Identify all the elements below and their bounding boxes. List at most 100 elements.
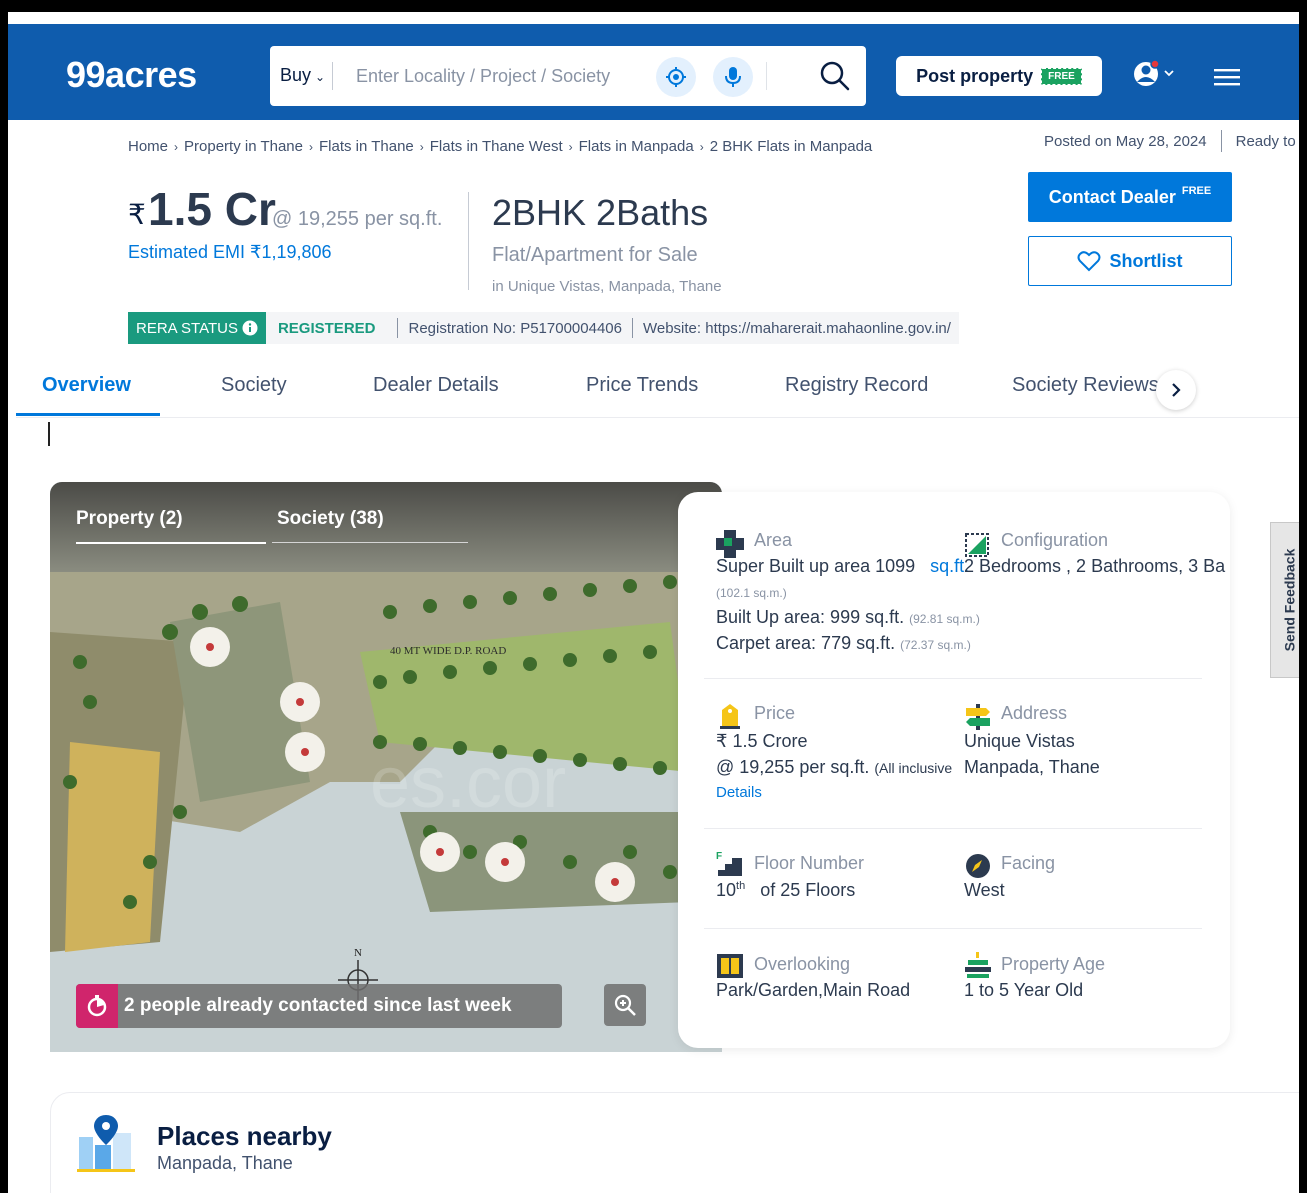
- gallery-active-tab-indicator: [76, 542, 266, 544]
- property-gallery[interactable]: 40 MT WIDE D.P. ROAD es.cor N Property (…: [50, 482, 722, 1052]
- active-tab-indicator: [16, 413, 160, 416]
- locate-me-button[interactable]: [656, 57, 696, 97]
- posted-info: Posted on May 28, 2024 Ready to: [1044, 130, 1296, 152]
- gallery-tab-property[interactable]: Property (2): [76, 508, 183, 530]
- floor-total: of 25 Floors: [760, 880, 856, 900]
- price-value: ₹ 1.5 Crore: [716, 731, 808, 751]
- listing-location: in Unique Vistas, Manpada, Thane: [492, 278, 722, 295]
- breadcrumb: Home › Property in Thane › Flats in Thane ›…: [128, 138, 872, 155]
- chevron-right-icon: ›: [308, 140, 313, 154]
- chevron-down-icon: ⌄: [315, 70, 326, 84]
- voice-search-button[interactable]: [713, 57, 753, 97]
- configuration-icon: [965, 533, 989, 557]
- super-built-area: Super Built up area 1099 sq.ft.: [716, 556, 969, 577]
- section-tabs: Overview Society Dealer Details Price Tr…: [16, 368, 1299, 418]
- breadcrumb-item[interactable]: Flats in Manpada: [579, 138, 694, 155]
- tab-price-trends[interactable]: Price Trends: [586, 374, 698, 397]
- rera-website[interactable]: Website: https://maharerait.mahaonline.g…: [643, 320, 959, 337]
- contact-dealer-label: Contact Dealer: [1048, 186, 1176, 207]
- rera-registered: REGISTERED: [277, 319, 376, 337]
- breadcrumb-item[interactable]: Property in Thane: [184, 138, 303, 155]
- super-built-area-value: Super Built up area 1099: [716, 556, 916, 576]
- search-input[interactable]: [356, 62, 626, 90]
- property-age-icon: [965, 952, 991, 978]
- tab-society-reviews[interactable]: Society Reviews: [1012, 374, 1159, 397]
- price-per-sqft: @ 19,255 per sq.ft.: [272, 208, 443, 230]
- floor-suffix: th: [736, 880, 746, 892]
- location-target-icon: [666, 67, 686, 87]
- svg-text:F: F: [716, 851, 722, 862]
- hamburger-menu-icon[interactable]: [1214, 66, 1242, 88]
- send-feedback-tab[interactable]: Send Feedback: [1270, 522, 1299, 678]
- post-property-button[interactable]: Post property FREE: [896, 56, 1102, 96]
- floor-value: 10th of 25 Floors: [716, 880, 855, 901]
- rupee-symbol: ₹: [128, 199, 146, 230]
- search-icon[interactable]: [819, 60, 851, 92]
- places-nearby-icon: [77, 1115, 135, 1172]
- chevron-right-icon: ›: [699, 140, 704, 154]
- shortlist-label: Shortlist: [1109, 250, 1183, 271]
- user-account-icon[interactable]: [1132, 58, 1178, 90]
- breadcrumb-item[interactable]: 2 BHK Flats in Manpada: [710, 138, 873, 155]
- listing-title: 2BHK 2Baths: [492, 192, 709, 233]
- page-frame: 99acres Buy⌄ Post property FREE: [0, 0, 1307, 1193]
- price-inclusive-note: (All inclusive: [874, 760, 953, 776]
- overlooking-window-icon: [717, 954, 743, 978]
- search-divider-2: [766, 62, 767, 90]
- places-nearby-section: Places nearby Manpada, Thane: [50, 1092, 1299, 1193]
- send-feedback-label: Send Feedback: [1281, 548, 1298, 652]
- property-age-label: Property Age: [1001, 954, 1106, 974]
- tab-registry-record[interactable]: Registry Record: [785, 374, 928, 397]
- chevron-right-icon: ›: [419, 140, 424, 154]
- contact-dealer-button[interactable]: Contact Dealer FREE: [1028, 172, 1232, 222]
- price-details-link[interactable]: Details: [716, 784, 762, 801]
- property-age-value: 1 to 5 Year Old: [964, 980, 1084, 1000]
- overlooking-label: Overlooking: [754, 954, 851, 974]
- divider: [704, 828, 1202, 829]
- tab-overview[interactable]: Overview: [42, 374, 131, 397]
- built-up-area-sqm: (92.81 sq.m.): [909, 612, 980, 626]
- site-logo[interactable]: 99acres: [66, 54, 197, 96]
- price-tag-icon: [720, 704, 740, 729]
- built-up-area-value: Built Up area: 999 sq.ft.: [716, 607, 905, 627]
- chevron-right-icon: ›: [174, 140, 179, 154]
- rera-status-badge: RERA STATUS: [128, 312, 266, 344]
- shortlist-button[interactable]: Shortlist: [1028, 236, 1232, 286]
- tabs-next-button[interactable]: [1156, 370, 1196, 410]
- super-built-area-sqm: (102.1 sq.m.): [716, 586, 787, 600]
- text-cursor: [48, 422, 50, 446]
- gallery-tab-divider: [272, 542, 468, 543]
- watermark: es.cor: [370, 743, 566, 823]
- buy-dropdown-label: Buy: [280, 65, 312, 85]
- address-label: Address: [1001, 703, 1068, 723]
- address-signpost-icon: [966, 704, 990, 730]
- overlooking-value: Park/Garden,Main Road: [716, 980, 911, 1000]
- divider: [704, 678, 1202, 679]
- microphone-icon: [725, 67, 741, 87]
- estimated-emi-link[interactable]: Estimated EMI ₹1,19,806: [128, 242, 332, 263]
- places-nearby-subtitle: Manpada, Thane: [157, 1153, 293, 1173]
- gallery-tab-society[interactable]: Society (38): [277, 508, 384, 530]
- heart-icon: [1077, 251, 1101, 272]
- info-icon[interactable]: [242, 320, 258, 336]
- configuration-value: 2 Bedrooms , 2 Bathrooms, 3 Balcon: [964, 556, 1226, 576]
- contacted-banner: 2 people already contacted since last we…: [76, 984, 562, 1028]
- listing-price: 1.5 Cr: [148, 183, 276, 235]
- free-badge: FREE: [1041, 67, 1082, 85]
- carpet-area-sqm: (72.37 sq.m.): [900, 638, 971, 652]
- tab-society[interactable]: Society: [221, 374, 287, 397]
- tab-dealer-details[interactable]: Dealer Details: [373, 374, 499, 397]
- breadcrumb-item[interactable]: Flats in Thane: [319, 138, 414, 155]
- breadcrumb-item[interactable]: Home: [128, 138, 168, 155]
- facing-label: Facing: [1001, 853, 1056, 873]
- floor-label: Floor Number: [754, 853, 865, 873]
- price-per-sqft-value: @ 19,255 per sq.ft.: [716, 757, 870, 777]
- timer-icon: [76, 984, 118, 1028]
- post-property-label: Post property: [916, 65, 1034, 86]
- rera-status-label: RERA STATUS: [136, 319, 238, 337]
- breadcrumb-item[interactable]: Flats in Thane West: [430, 138, 563, 155]
- zoom-button[interactable]: [604, 984, 646, 1026]
- area-label: Area: [754, 530, 793, 550]
- buy-dropdown[interactable]: Buy ⌄: [280, 65, 325, 86]
- svg-text:N: N: [354, 947, 362, 959]
